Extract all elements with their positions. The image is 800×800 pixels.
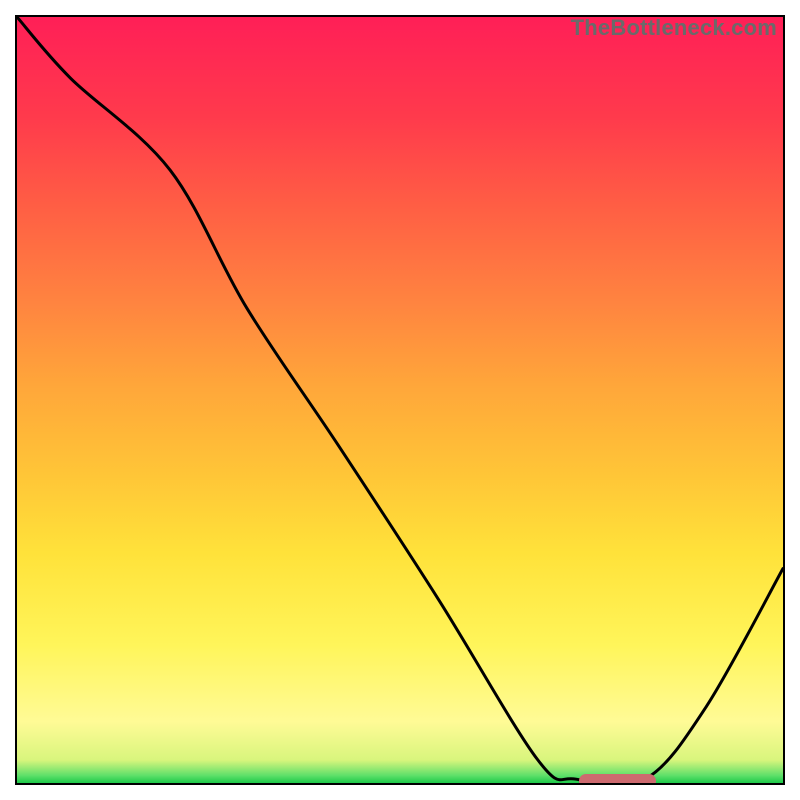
optimal-range-pill bbox=[579, 774, 656, 785]
chart-frame: TheBottleneck.com bbox=[15, 15, 785, 785]
attribution-label: TheBottleneck.com bbox=[571, 15, 777, 41]
bottleneck-curve-path bbox=[17, 17, 783, 783]
bottleneck-curve bbox=[17, 17, 783, 783]
